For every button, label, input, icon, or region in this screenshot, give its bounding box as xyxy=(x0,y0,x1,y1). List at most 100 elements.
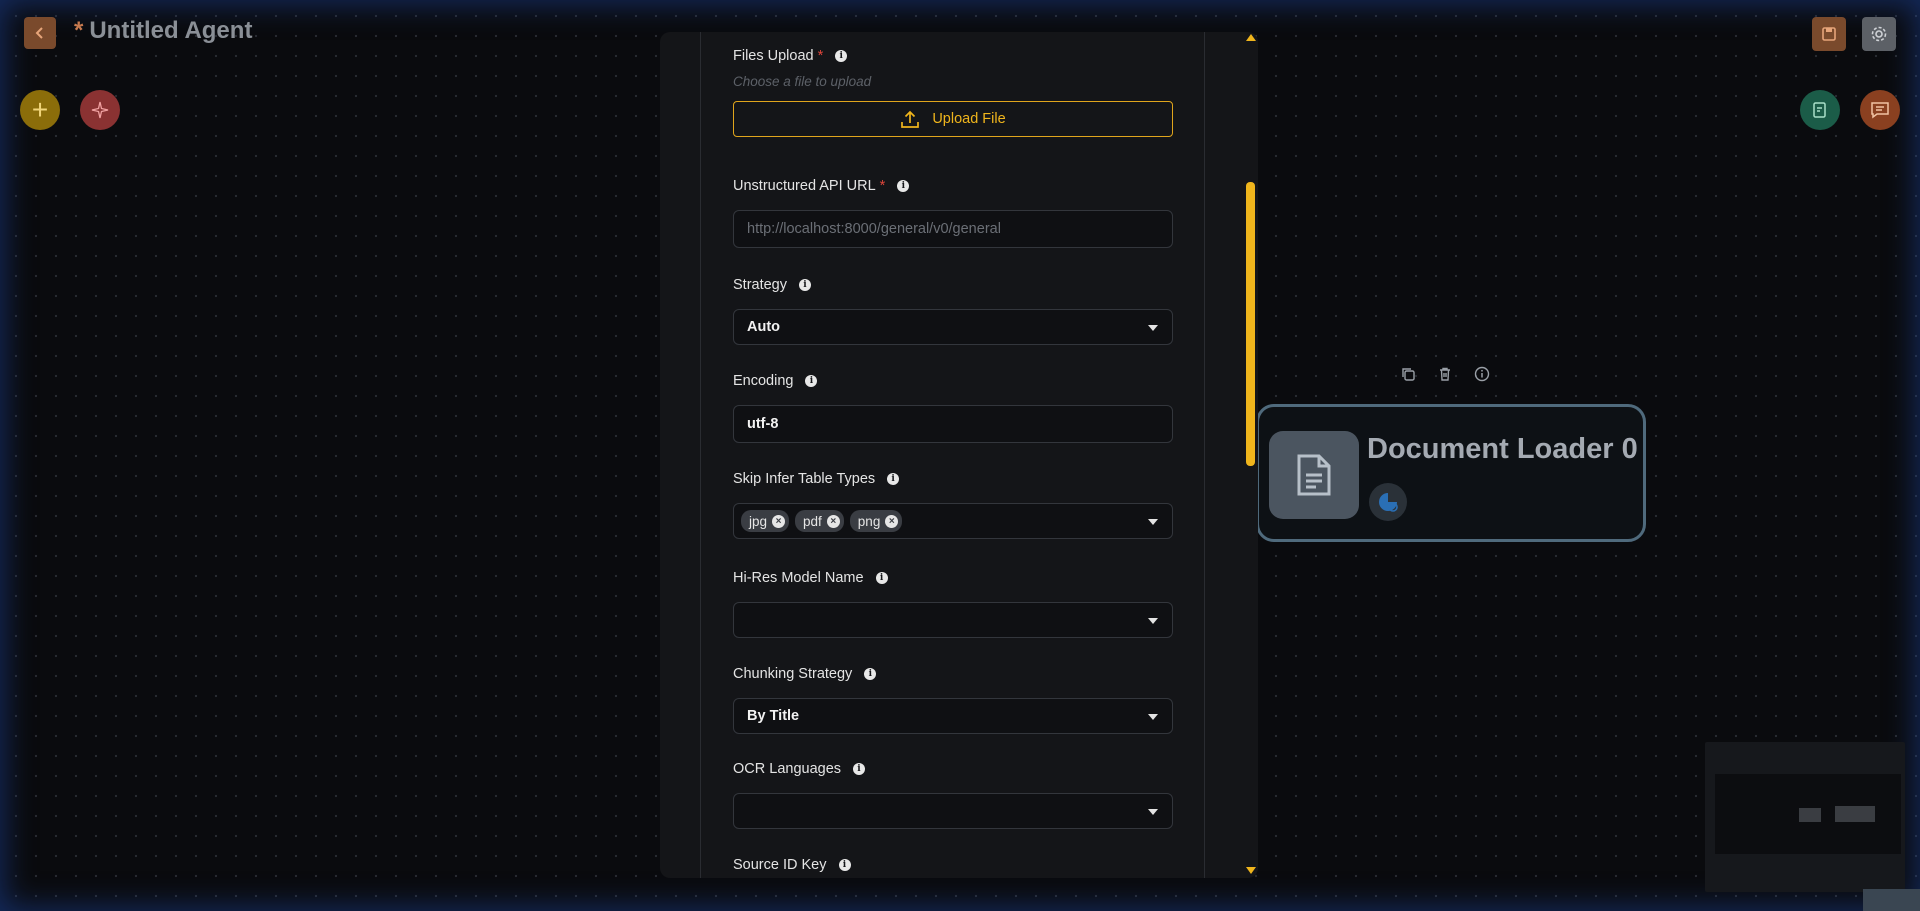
info-icon[interactable]: i xyxy=(897,180,910,192)
panel-divider xyxy=(1204,32,1205,878)
node-title: Document Loader 0 xyxy=(1367,433,1638,465)
info-icon xyxy=(1474,366,1489,381)
skip-infer-label-text: Skip Infer Table Types xyxy=(733,471,876,487)
scroll-down-arrow[interactable] xyxy=(1246,867,1256,874)
chunking-label-text: Chunking Strategy xyxy=(733,666,853,682)
document-loader-node[interactable]: Document Loader 0 xyxy=(1256,404,1646,542)
source-id-label-text: Source ID Key xyxy=(733,857,827,873)
required-marker: * xyxy=(817,48,824,64)
unsaved-indicator: * xyxy=(74,17,84,44)
canvas-attribution xyxy=(1863,889,1920,911)
scrollbar-thumb[interactable] xyxy=(1246,182,1255,466)
gear-icon xyxy=(1871,26,1887,42)
chunking-select[interactable]: By Title xyxy=(733,698,1173,734)
chevron-down-icon xyxy=(1148,618,1158,624)
chevron-down-icon xyxy=(1148,809,1158,815)
files-upload-hint: Choose a file to upload xyxy=(733,74,872,89)
upload-icon xyxy=(901,110,920,128)
node-toolbar xyxy=(1390,358,1500,394)
generate-agent-button[interactable] xyxy=(80,90,120,130)
chunking-label: Chunking Strategy i xyxy=(733,664,1173,684)
add-node-button[interactable]: + xyxy=(20,90,60,130)
copy-icon xyxy=(1402,367,1416,381)
strategy-field: Strategy i Auto xyxy=(733,275,1173,345)
save-button[interactable] xyxy=(1812,17,1846,51)
ocr-languages-label: OCR Languages i xyxy=(733,759,1173,779)
encoding-label: Encoding i xyxy=(733,371,1173,391)
chip-label: png xyxy=(857,513,881,529)
info-icon[interactable]: i xyxy=(838,859,851,871)
minimap[interactable] xyxy=(1705,742,1905,892)
sparkles-icon xyxy=(91,101,109,119)
minimap-node xyxy=(1835,806,1875,822)
unstructured-logo-icon xyxy=(1379,493,1398,512)
info-icon[interactable]: i xyxy=(835,50,848,62)
node-config-panel: Files Upload * i Choose a file to upload… xyxy=(660,32,1258,878)
chunking-value: By Title xyxy=(747,708,800,724)
ocr-languages-label-text: OCR Languages xyxy=(733,761,842,777)
files-upload-label: Files Upload * i xyxy=(733,46,1173,66)
remove-chip-icon[interactable]: × xyxy=(885,514,899,528)
duplicate-node-button[interactable] xyxy=(1400,366,1416,387)
agent-title-text: Untitled Agent xyxy=(89,17,253,44)
hires-model-label-text: Hi-Res Model Name xyxy=(733,570,864,586)
unstructured-badge xyxy=(1369,483,1407,521)
api-url-label: Unstructured API URL * i xyxy=(733,176,1173,196)
chip-label: jpg xyxy=(749,513,768,529)
upload-file-label: Upload File xyxy=(932,111,1006,127)
chip-list: jpg × pdf × png × xyxy=(734,510,903,532)
checklist-icon xyxy=(1813,102,1826,118)
ocr-languages-select[interactable] xyxy=(733,793,1173,829)
required-marker: * xyxy=(879,178,886,194)
strategy-value: Auto xyxy=(747,319,781,335)
remove-chip-icon[interactable]: × xyxy=(826,514,840,528)
node-info-button[interactable] xyxy=(1474,366,1490,387)
document-icon xyxy=(1297,454,1331,496)
api-url-field: Unstructured API URL * i http://localhos… xyxy=(733,176,1173,248)
chip-png: png × xyxy=(849,510,903,532)
encoding-input[interactable]: utf-8 xyxy=(733,405,1173,443)
hires-model-field: Hi-Res Model Name i xyxy=(733,568,1173,638)
info-icon[interactable]: i xyxy=(875,572,888,584)
info-icon[interactable]: i xyxy=(805,375,818,387)
node-icon-box xyxy=(1269,431,1359,519)
upload-file-button[interactable]: Upload File xyxy=(733,101,1173,137)
info-icon[interactable]: i xyxy=(799,279,811,291)
scroll-up-arrow[interactable] xyxy=(1246,34,1256,41)
source-id-label: Source ID Key i xyxy=(733,855,1173,875)
remove-chip-icon[interactable]: × xyxy=(772,514,786,528)
ocr-languages-field: OCR Languages i xyxy=(733,759,1173,829)
hires-model-label: Hi-Res Model Name i xyxy=(733,568,1173,588)
save-icon xyxy=(1822,27,1836,41)
chip-jpg: jpg × xyxy=(741,510,790,532)
info-icon[interactable]: i xyxy=(887,473,900,485)
info-icon[interactable]: i xyxy=(853,763,866,775)
validate-button[interactable] xyxy=(1800,90,1840,130)
minimap-viewport xyxy=(1715,774,1901,854)
encoding-label-text: Encoding xyxy=(733,373,794,389)
chip-label: pdf xyxy=(803,513,822,529)
chevron-down-icon xyxy=(1148,325,1158,331)
chevron-down-icon xyxy=(1148,519,1158,525)
api-url-input[interactable]: http://localhost:8000/general/v0/general xyxy=(733,210,1173,248)
encoding-field: Encoding i utf-8 xyxy=(733,371,1173,443)
panel-scrollbar[interactable] xyxy=(1244,32,1258,878)
files-upload-field: Files Upload * i Choose a file to upload… xyxy=(733,46,1173,137)
strategy-select[interactable]: Auto xyxy=(733,309,1173,345)
files-upload-label-text: Files Upload xyxy=(733,48,814,64)
chat-button[interactable] xyxy=(1860,90,1900,130)
info-icon[interactable]: i xyxy=(864,668,877,680)
chevron-down-icon xyxy=(1148,714,1158,720)
chunking-field: Chunking Strategy i By Title xyxy=(733,664,1173,734)
agent-title[interactable]: * Untitled Agent xyxy=(74,17,252,45)
skip-infer-multiselect[interactable]: jpg × pdf × png × xyxy=(733,503,1173,539)
hires-model-select[interactable] xyxy=(733,602,1173,638)
settings-button[interactable] xyxy=(1862,17,1896,51)
chevron-left-icon xyxy=(35,27,43,39)
skip-infer-label: Skip Infer Table Types i xyxy=(733,469,1173,489)
strategy-label: Strategy i xyxy=(733,275,1173,295)
panel-divider xyxy=(700,32,701,878)
minimap-node xyxy=(1799,808,1821,822)
delete-node-button[interactable] xyxy=(1437,366,1453,387)
back-button[interactable] xyxy=(24,17,56,49)
